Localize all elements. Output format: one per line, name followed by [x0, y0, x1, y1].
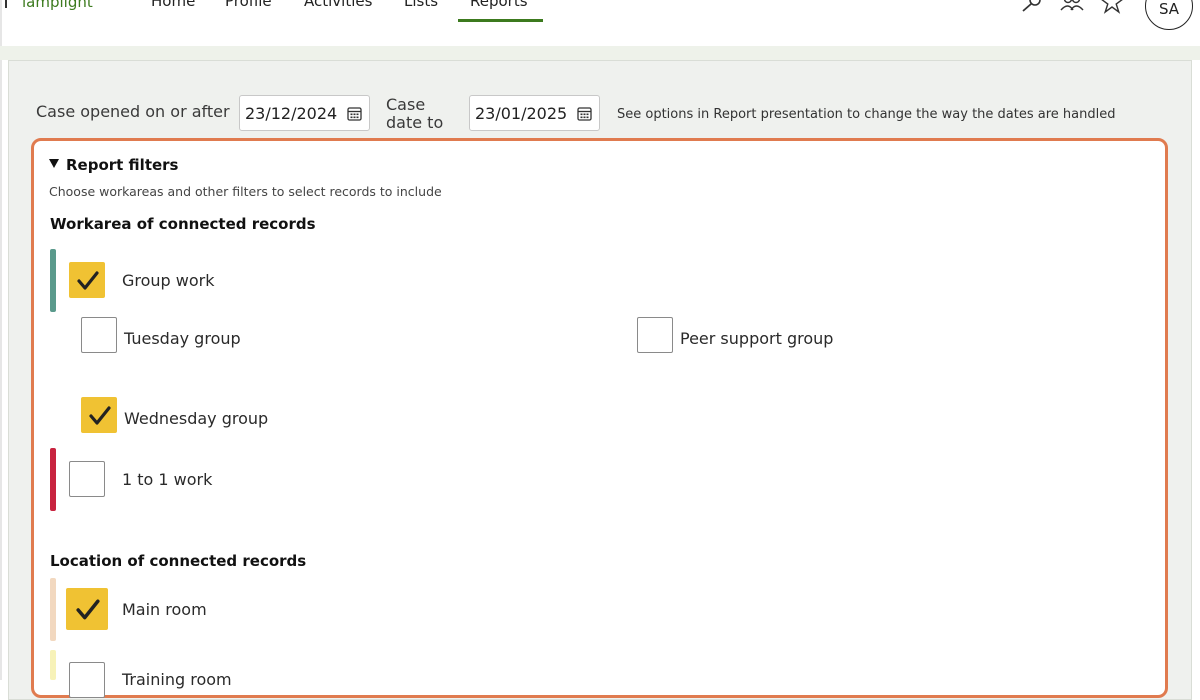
- location-heading: Location of connected records: [50, 552, 307, 570]
- tuesday-group-label[interactable]: Tuesday group: [124, 329, 241, 348]
- date-to-value: 23/01/2025: [475, 104, 568, 123]
- check-icon: [77, 271, 99, 290]
- nav-activities[interactable]: Activities: [304, 0, 372, 10]
- training-room-checkbox[interactable]: [69, 662, 105, 698]
- wednesday-group-checkbox[interactable]: [81, 397, 117, 433]
- check-icon: [76, 599, 100, 620]
- date-from-value: 23/12/2024: [245, 104, 338, 123]
- brand-logo[interactable]: lamplight: [22, 0, 93, 11]
- collapse-triangle-icon[interactable]: [49, 159, 59, 168]
- check-icon: [89, 406, 111, 425]
- window-edge: [0, 0, 2, 680]
- date-to-label-line1: Case: [386, 95, 426, 114]
- wednesday-group-label[interactable]: Wednesday group: [124, 409, 268, 428]
- main-room-checkbox[interactable]: [66, 588, 108, 630]
- one-to-one-work-checkbox[interactable]: [69, 461, 105, 497]
- report-filters-description: Choose workareas and other filters to se…: [49, 184, 442, 199]
- search-icon[interactable]: [1019, 0, 1043, 16]
- date-to-label-line2: date to: [386, 113, 444, 132]
- header-divider: [0, 46, 1200, 60]
- group-work-checkbox[interactable]: [69, 262, 105, 298]
- nav-home[interactable]: Home: [151, 0, 195, 10]
- nav-profile[interactable]: Profile: [225, 0, 272, 10]
- location-color-bar: [50, 578, 56, 641]
- top-navigation: lamplight Home Profile Activities Lists …: [0, 0, 1200, 46]
- location-color-bar: [50, 650, 56, 680]
- date-from-label: Case opened on or after: [36, 102, 230, 121]
- brand-mark: [5, 0, 7, 8]
- tuesday-group-checkbox[interactable]: [81, 317, 117, 353]
- peer-support-group-label[interactable]: Peer support group: [680, 329, 833, 348]
- calendar-icon[interactable]: [347, 106, 362, 121]
- workarea-color-bar: [50, 249, 56, 312]
- nav-active-indicator: [458, 19, 543, 22]
- user-avatar[interactable]: SA: [1145, 0, 1193, 30]
- one-to-one-work-label[interactable]: 1 to 1 work: [122, 470, 212, 489]
- users-icon[interactable]: [1059, 0, 1084, 16]
- peer-support-group-checkbox[interactable]: [637, 317, 673, 353]
- nav-reports[interactable]: Reports: [470, 0, 528, 10]
- workarea-heading: Workarea of connected records: [50, 215, 316, 233]
- date-from-input[interactable]: 23/12/2024: [239, 95, 370, 131]
- workarea-color-bar: [50, 448, 56, 511]
- main-room-label[interactable]: Main room: [122, 600, 207, 619]
- nav-lists[interactable]: Lists: [404, 0, 438, 10]
- date-to-input[interactable]: 23/01/2025: [469, 95, 600, 131]
- star-icon[interactable]: [1100, 0, 1124, 16]
- date-handling-hint: See options in Report presentation to ch…: [617, 107, 1116, 122]
- report-filters-toggle[interactable]: Report filters: [66, 156, 179, 174]
- group-work-label[interactable]: Group work: [122, 271, 215, 290]
- calendar-icon[interactable]: [577, 106, 592, 121]
